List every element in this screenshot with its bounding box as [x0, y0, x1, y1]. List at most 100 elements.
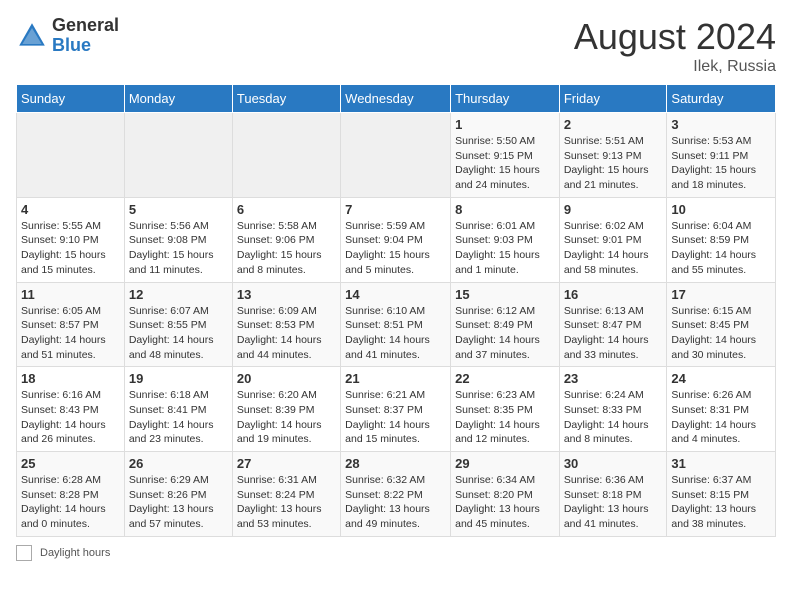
- footer-label: Daylight hours: [40, 547, 110, 559]
- day-cell: [17, 113, 125, 198]
- day-number: 25: [21, 456, 120, 471]
- day-number: 6: [237, 202, 336, 217]
- day-number: 1: [455, 117, 555, 132]
- day-cell: 27 Sunrise: 6:31 AMSunset: 8:24 PMDaylig…: [232, 452, 340, 537]
- weekday-header-friday: Friday: [559, 85, 667, 113]
- day-number: 8: [455, 202, 555, 217]
- month-title: August 2024: [574, 16, 776, 58]
- day-number: 16: [564, 287, 663, 302]
- week-row-2: 4 Sunrise: 5:55 AMSunset: 9:10 PMDayligh…: [17, 197, 776, 282]
- day-info: Sunrise: 6:32 AMSunset: 8:22 PMDaylight:…: [345, 474, 430, 530]
- day-cell: 1 Sunrise: 5:50 AMSunset: 9:15 PMDayligh…: [451, 113, 560, 198]
- day-info: Sunrise: 6:28 AMSunset: 8:28 PMDaylight:…: [21, 474, 106, 530]
- logo-text: General Blue: [52, 16, 119, 56]
- day-info: Sunrise: 6:29 AMSunset: 8:26 PMDaylight:…: [129, 474, 214, 530]
- footer-box: [16, 545, 32, 561]
- day-number: 26: [129, 456, 228, 471]
- day-cell: 31 Sunrise: 6:37 AMSunset: 8:15 PMDaylig…: [667, 452, 776, 537]
- day-number: 18: [21, 371, 120, 386]
- day-cell: [124, 113, 232, 198]
- day-info: Sunrise: 6:02 AMSunset: 9:01 PMDaylight:…: [564, 220, 649, 276]
- day-cell: 17 Sunrise: 6:15 AMSunset: 8:45 PMDaylig…: [667, 282, 776, 367]
- day-info: Sunrise: 5:59 AMSunset: 9:04 PMDaylight:…: [345, 220, 430, 276]
- day-info: Sunrise: 5:55 AMSunset: 9:10 PMDaylight:…: [21, 220, 106, 276]
- day-number: 2: [564, 117, 663, 132]
- day-number: 14: [345, 287, 446, 302]
- calendar-footer: Daylight hours: [16, 545, 776, 561]
- day-info: Sunrise: 6:18 AMSunset: 8:41 PMDaylight:…: [129, 389, 214, 445]
- day-number: 21: [345, 371, 446, 386]
- day-info: Sunrise: 6:10 AMSunset: 8:51 PMDaylight:…: [345, 305, 430, 361]
- day-info: Sunrise: 6:24 AMSunset: 8:33 PMDaylight:…: [564, 389, 649, 445]
- day-cell: 14 Sunrise: 6:10 AMSunset: 8:51 PMDaylig…: [341, 282, 451, 367]
- day-info: Sunrise: 6:12 AMSunset: 8:49 PMDaylight:…: [455, 305, 540, 361]
- day-number: 12: [129, 287, 228, 302]
- weekday-header-tuesday: Tuesday: [232, 85, 340, 113]
- day-info: Sunrise: 5:56 AMSunset: 9:08 PMDaylight:…: [129, 220, 214, 276]
- day-cell: 3 Sunrise: 5:53 AMSunset: 9:11 PMDayligh…: [667, 113, 776, 198]
- weekday-header-wednesday: Wednesday: [341, 85, 451, 113]
- day-cell: 19 Sunrise: 6:18 AMSunset: 8:41 PMDaylig…: [124, 367, 232, 452]
- day-cell: 18 Sunrise: 6:16 AMSunset: 8:43 PMDaylig…: [17, 367, 125, 452]
- day-cell: 26 Sunrise: 6:29 AMSunset: 8:26 PMDaylig…: [124, 452, 232, 537]
- day-cell: 29 Sunrise: 6:34 AMSunset: 8:20 PMDaylig…: [451, 452, 560, 537]
- day-cell: 23 Sunrise: 6:24 AMSunset: 8:33 PMDaylig…: [559, 367, 667, 452]
- day-number: 3: [671, 117, 771, 132]
- day-cell: 4 Sunrise: 5:55 AMSunset: 9:10 PMDayligh…: [17, 197, 125, 282]
- day-cell: 8 Sunrise: 6:01 AMSunset: 9:03 PMDayligh…: [451, 197, 560, 282]
- day-info: Sunrise: 6:07 AMSunset: 8:55 PMDaylight:…: [129, 305, 214, 361]
- day-info: Sunrise: 6:37 AMSunset: 8:15 PMDaylight:…: [671, 474, 756, 530]
- day-info: Sunrise: 6:01 AMSunset: 9:03 PMDaylight:…: [455, 220, 540, 276]
- day-number: 30: [564, 456, 663, 471]
- day-cell: 25 Sunrise: 6:28 AMSunset: 8:28 PMDaylig…: [17, 452, 125, 537]
- day-info: Sunrise: 6:26 AMSunset: 8:31 PMDaylight:…: [671, 389, 756, 445]
- day-cell: 30 Sunrise: 6:36 AMSunset: 8:18 PMDaylig…: [559, 452, 667, 537]
- weekday-header-monday: Monday: [124, 85, 232, 113]
- day-info: Sunrise: 5:58 AMSunset: 9:06 PMDaylight:…: [237, 220, 322, 276]
- logo-icon: [16, 20, 48, 52]
- day-cell: 2 Sunrise: 5:51 AMSunset: 9:13 PMDayligh…: [559, 113, 667, 198]
- day-info: Sunrise: 6:20 AMSunset: 8:39 PMDaylight:…: [237, 389, 322, 445]
- day-number: 28: [345, 456, 446, 471]
- day-number: 24: [671, 371, 771, 386]
- week-row-5: 25 Sunrise: 6:28 AMSunset: 8:28 PMDaylig…: [17, 452, 776, 537]
- day-number: 7: [345, 202, 446, 217]
- day-number: 4: [21, 202, 120, 217]
- logo-blue-text: Blue: [52, 36, 119, 56]
- day-number: 20: [237, 371, 336, 386]
- weekday-header-thursday: Thursday: [451, 85, 560, 113]
- day-info: Sunrise: 5:50 AMSunset: 9:15 PMDaylight:…: [455, 135, 540, 191]
- day-number: 27: [237, 456, 336, 471]
- day-number: 13: [237, 287, 336, 302]
- day-number: 29: [455, 456, 555, 471]
- day-number: 15: [455, 287, 555, 302]
- location-label: Ilek, Russia: [574, 58, 776, 76]
- day-cell: 15 Sunrise: 6:12 AMSunset: 8:49 PMDaylig…: [451, 282, 560, 367]
- logo: General Blue: [16, 16, 119, 56]
- day-info: Sunrise: 6:05 AMSunset: 8:57 PMDaylight:…: [21, 305, 106, 361]
- day-cell: 5 Sunrise: 5:56 AMSunset: 9:08 PMDayligh…: [124, 197, 232, 282]
- day-number: 10: [671, 202, 771, 217]
- week-row-4: 18 Sunrise: 6:16 AMSunset: 8:43 PMDaylig…: [17, 367, 776, 452]
- day-number: 9: [564, 202, 663, 217]
- day-info: Sunrise: 6:13 AMSunset: 8:47 PMDaylight:…: [564, 305, 649, 361]
- day-info: Sunrise: 6:09 AMSunset: 8:53 PMDaylight:…: [237, 305, 322, 361]
- day-number: 22: [455, 371, 555, 386]
- day-info: Sunrise: 6:04 AMSunset: 8:59 PMDaylight:…: [671, 220, 756, 276]
- title-area: August 2024 Ilek, Russia: [574, 16, 776, 76]
- logo-general-text: General: [52, 16, 119, 36]
- day-info: Sunrise: 6:21 AMSunset: 8:37 PMDaylight:…: [345, 389, 430, 445]
- day-cell: 9 Sunrise: 6:02 AMSunset: 9:01 PMDayligh…: [559, 197, 667, 282]
- day-info: Sunrise: 6:36 AMSunset: 8:18 PMDaylight:…: [564, 474, 649, 530]
- day-cell: 21 Sunrise: 6:21 AMSunset: 8:37 PMDaylig…: [341, 367, 451, 452]
- day-number: 11: [21, 287, 120, 302]
- day-number: 31: [671, 456, 771, 471]
- day-cell: [341, 113, 451, 198]
- day-info: Sunrise: 6:34 AMSunset: 8:20 PMDaylight:…: [455, 474, 540, 530]
- day-cell: 20 Sunrise: 6:20 AMSunset: 8:39 PMDaylig…: [232, 367, 340, 452]
- weekday-header-row: SundayMondayTuesdayWednesdayThursdayFrid…: [17, 85, 776, 113]
- day-number: 23: [564, 371, 663, 386]
- day-number: 5: [129, 202, 228, 217]
- day-number: 19: [129, 371, 228, 386]
- day-info: Sunrise: 6:23 AMSunset: 8:35 PMDaylight:…: [455, 389, 540, 445]
